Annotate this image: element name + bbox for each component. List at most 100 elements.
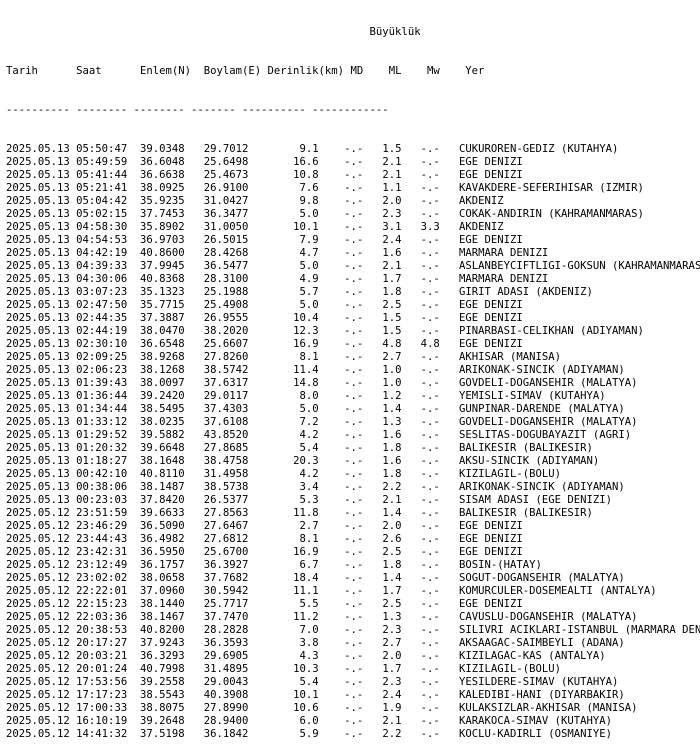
cell-ml: 2.7	[382, 637, 402, 649]
cell-md: -.-	[344, 247, 364, 259]
cell-latitude: 39.6633	[139, 507, 185, 519]
cell-date: 2025.05.13	[6, 494, 70, 506]
cell-mw: -.-	[420, 143, 440, 155]
cell-depth: 4.9	[248, 273, 319, 285]
table-row: 2025.05.13 02:44:19 38.0470 38.2020 12.3…	[6, 325, 700, 338]
header-separator-line: ---------- -------- -------- ------- ---…	[6, 104, 700, 117]
cell-time: 17:53:56	[76, 676, 128, 688]
table-row: 2025.05.12 17:00:33 38.8075 27.8990 10.6…	[6, 702, 700, 715]
cell-time: 02:09:25	[76, 351, 128, 363]
cell-time: 20:01:24	[76, 663, 128, 675]
cell-place: YESILDERE-SIMAV (KUTAHYA)	[458, 676, 619, 688]
table-row: 2025.05.12 20:03:21 36.3293 29.6905 4.3 …	[6, 650, 700, 663]
cell-depth: 16.6	[248, 156, 319, 168]
cell-place: COKAK-ANDIRIN (KAHRAMANMARAS)	[458, 208, 644, 220]
cell-date: 2025.05.12	[6, 572, 70, 584]
cell-date: 2025.05.13	[6, 195, 70, 207]
cell-latitude: 39.5882	[139, 429, 185, 441]
header-columns-line: Tarih Saat Enlem(N) Boylam(E) Derinlik(k…	[6, 65, 700, 78]
table-row: 2025.05.13 04:42:19 40.8600 28.4268 4.7 …	[6, 247, 700, 260]
cell-date: 2025.05.13	[6, 377, 70, 389]
cell-md: -.-	[344, 312, 364, 324]
cell-depth: 10.4	[248, 312, 319, 324]
cell-ml: 2.1	[382, 715, 402, 727]
cell-latitude: 40.8368	[139, 273, 185, 285]
cell-md: -.-	[344, 598, 364, 610]
cell-mw: -.-	[420, 533, 440, 545]
cell-time: 04:54:53	[76, 234, 128, 246]
cell-date: 2025.05.12	[6, 559, 70, 571]
cell-longitude: 25.1988	[203, 286, 249, 298]
cell-md: -.-	[344, 364, 364, 376]
table-row: 2025.05.13 01:34:44 38.5495 37.4303 5.0 …	[6, 403, 700, 416]
cell-md: -.-	[344, 195, 364, 207]
cell-md: -.-	[344, 260, 364, 272]
cell-date: 2025.05.13	[6, 416, 70, 428]
cell-place: PINARBASI-CELIKHAN (ADIYAMAN)	[458, 325, 644, 337]
cell-depth: 16.9	[248, 338, 319, 350]
cell-mw: -.-	[420, 312, 440, 324]
cell-depth: 9.1	[248, 143, 319, 155]
table-row: 2025.05.12 17:17:23 38.5543 40.3908 10.1…	[6, 689, 700, 702]
cell-place: KIZILAGIL-(BOLU)	[458, 468, 562, 480]
table-row: 2025.05.13 01:36:44 39.2420 29.0117 8.0 …	[6, 390, 700, 403]
cell-mw: -.-	[420, 728, 440, 740]
cell-latitude: 36.6548	[139, 338, 185, 350]
cell-longitude: 27.8990	[203, 702, 249, 714]
cell-date: 2025.05.13	[6, 325, 70, 337]
cell-latitude: 37.7453	[139, 208, 185, 220]
cell-date: 2025.05.12	[6, 624, 70, 636]
cell-latitude: 40.8200	[139, 624, 185, 636]
cell-ml: 1.7	[382, 585, 402, 597]
cell-mw: -.-	[420, 156, 440, 168]
cell-longitude: 31.0050	[203, 221, 249, 233]
cell-time: 00:23:03	[76, 494, 128, 506]
cell-latitude: 36.6638	[139, 169, 185, 181]
cell-mw: -.-	[420, 234, 440, 246]
cell-mw: -.-	[420, 169, 440, 181]
cell-latitude: 39.2558	[139, 676, 185, 688]
cell-depth: 3.4	[248, 481, 319, 493]
table-row: 2025.05.12 20:38:53 40.8200 28.2828 7.0 …	[6, 624, 700, 637]
cell-place: KOMURCULER-DOSEMEALTI (ANTALYA)	[458, 585, 657, 597]
table-row: 2025.05.13 02:44:35 37.3887 26.9555 10.4…	[6, 312, 700, 325]
cell-latitude: 38.1648	[139, 455, 185, 467]
cell-longitude: 28.2828	[203, 624, 249, 636]
cell-place: EGE DENIZI	[458, 546, 523, 558]
cell-md: -.-	[344, 377, 364, 389]
cell-place: KARAKOCA-SIMAV (KUTAHYA)	[458, 715, 613, 727]
cell-ml: 1.4	[382, 403, 402, 415]
cell-md: -.-	[344, 234, 364, 246]
column-header-boylam: Boylam(E)	[203, 65, 268, 77]
cell-ml: 1.0	[382, 377, 402, 389]
cell-depth: 4.7	[248, 247, 319, 259]
cell-date: 2025.05.12	[6, 689, 70, 701]
cell-depth: 5.4	[248, 442, 319, 454]
cell-date: 2025.05.13	[6, 481, 70, 493]
cell-depth: 10.1	[248, 221, 319, 233]
cell-date: 2025.05.13	[6, 143, 70, 155]
cell-time: 05:41:44	[76, 169, 128, 181]
cell-place: ARIKONAK-SINCIK (ADIYAMAN)	[458, 481, 625, 493]
cell-longitude: 25.6700	[203, 546, 249, 558]
cell-ml: 2.0	[382, 195, 402, 207]
cell-ml: 1.0	[382, 364, 402, 376]
cell-latitude: 38.1467	[139, 611, 185, 623]
column-header-derinlik: Derinlik(km)	[267, 65, 351, 77]
cell-date: 2025.05.12	[6, 598, 70, 610]
table-row: 2025.05.12 16:10:19 39.2648 28.9400 6.0 …	[6, 715, 700, 728]
table-row: 2025.05.13 05:02:15 37.7453 36.3477 5.0 …	[6, 208, 700, 221]
table-row: 2025.05.13 01:29:52 39.5882 43.8520 4.2 …	[6, 429, 700, 442]
cell-place: CUKUROREN-GEDIZ (KUTAHYA)	[458, 143, 619, 155]
cell-mw: -.-	[420, 689, 440, 701]
cell-longitude: 40.3908	[203, 689, 249, 701]
cell-md: -.-	[344, 702, 364, 714]
cell-depth: 10.1	[248, 689, 319, 701]
cell-date: 2025.05.13	[6, 455, 70, 467]
table-row: 2025.05.13 00:23:03 37.8420 26.5377 5.3 …	[6, 494, 700, 507]
cell-time: 05:49:59	[76, 156, 128, 168]
cell-md: -.-	[344, 429, 364, 441]
cell-depth: 2.7	[248, 520, 319, 532]
cell-time: 01:33:12	[76, 416, 128, 428]
table-row: 2025.05.12 17:53:56 39.2558 29.0043 5.4 …	[6, 676, 700, 689]
